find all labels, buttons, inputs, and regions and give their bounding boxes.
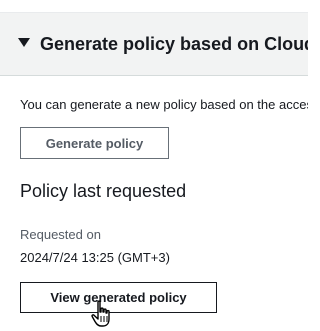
requested-on-label: Requested on <box>20 227 101 242</box>
generate-policy-panel: Generate policy based on CloudTrail even… <box>0 0 308 331</box>
hand-pointer-cursor-icon <box>91 300 110 327</box>
section-header[interactable]: Generate policy based on CloudTrail even… <box>0 13 308 76</box>
top-divider <box>0 0 308 13</box>
generate-policy-button[interactable]: Generate policy <box>20 127 169 159</box>
caret-down-icon[interactable] <box>18 38 30 47</box>
section-title: Generate policy based on CloudTrail even… <box>40 34 308 54</box>
policy-last-requested-heading: Policy last requested <box>20 181 187 201</box>
requested-on-value: 2024/7/24 13:25 (GMT+3) <box>20 250 170 265</box>
view-generated-policy-button[interactable]: View generated policy <box>20 282 217 313</box>
section-description: You can generate a new policy based on t… <box>20 97 308 112</box>
